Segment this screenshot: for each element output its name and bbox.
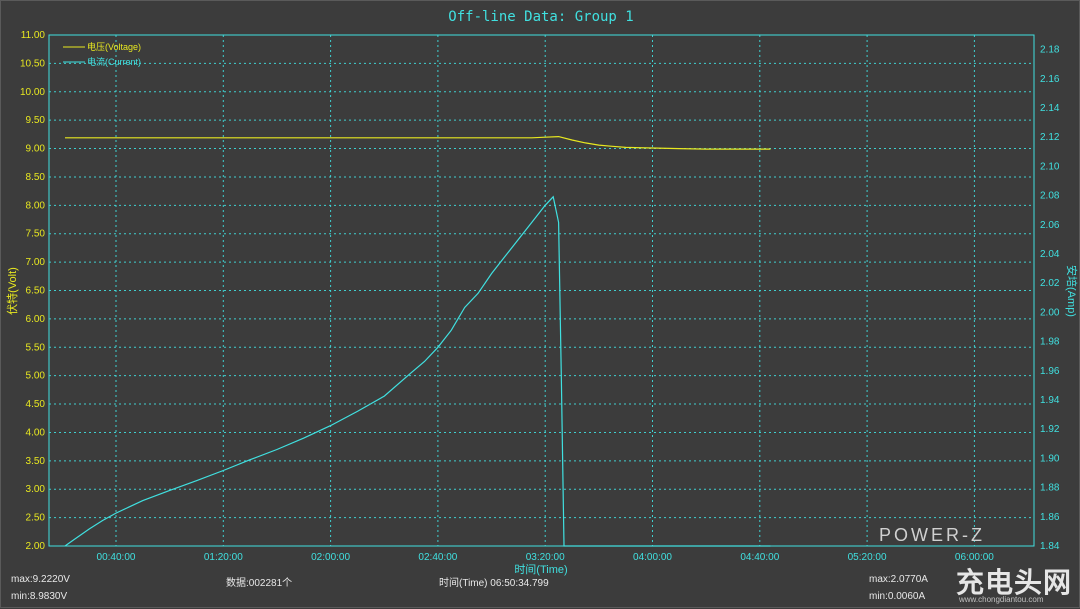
watermark-powerz: POWER-Z [879,525,985,545]
y-tick-label-left: 9.00 [26,144,46,155]
y-tick-label-left: 3.00 [26,484,46,495]
y-tick-label-right: 1.96 [1040,366,1060,377]
x-tick-label: 05:20:00 [848,552,887,563]
y-tick-label-right: 2.04 [1040,249,1060,260]
chart-window: Off-line Data: Group 1 2.00 2.50 3.00 3.50 4… [0,0,1080,608]
y-tick-label-right: 1.88 [1040,483,1060,494]
x-tick-label: 04:00:00 [633,552,672,563]
y-tick-label-left: 5.50 [26,342,46,353]
y-tick-label-left: 6.50 [26,286,46,297]
y-axis-label-right: 安培(Amp) [1065,265,1079,317]
y-tick-label-left: 3.50 [26,456,46,467]
plot-border [48,34,1035,547]
x-tick-label: 01:20:00 [204,552,243,563]
series-voltage-line [65,135,771,150]
y-tick-label-right: 2.14 [1040,103,1060,114]
series-current-line [64,195,771,547]
series-layer [64,135,771,547]
voltage-max: max:9.2220V [11,574,70,585]
y-tick-label-left: 6.00 [26,314,46,325]
y-tick-label-right: 1.86 [1040,512,1060,523]
current-max: max:2.0770A [869,574,928,585]
x-tick-label: 00:40:00 [97,552,136,563]
legend-current-label: 电流(Current) [87,56,141,67]
y-tick-label-left: 10.00 [20,87,45,98]
y-tick-label-left: 9.50 [26,115,46,126]
y-tick-label-right: 1.98 [1040,337,1060,348]
y-tick-label-right: 2.06 [1040,220,1060,231]
y-tick-label-left: 4.50 [26,399,46,410]
y-tick-label-left: 2.50 [26,513,46,524]
data-count: 数据:002281个 [226,578,293,589]
y-tick-label-right: 1.90 [1040,453,1060,464]
y-tick-label-left: 2.00 [26,541,46,552]
y-tick-label-left: 7.50 [26,229,46,240]
x-tick-label: 04:40:00 [740,552,779,563]
y-tick-label-right: 2.10 [1040,161,1060,172]
y-tick-label-right: 2.02 [1040,278,1060,289]
y-tick-label-right: 2.00 [1040,307,1060,318]
y-tick-label-left: 7.00 [26,257,46,268]
y-tick-label-left: 8.50 [26,172,46,183]
y-tick-label-right: 2.12 [1040,132,1060,143]
grid [49,35,1034,546]
x-tick-label: 03:20:00 [526,552,565,563]
y-tick-label-left: 4.00 [26,427,46,438]
y-tick-label-left: 8.00 [26,200,46,211]
chart-svg: Off-line Data: Group 1 2.00 2.50 3.00 3.50 4… [5,9,1079,576]
y-tick-label-left: 5.00 [26,371,46,382]
y-tick-label-right: 1.84 [1040,541,1060,552]
y-tick-label-right: 1.94 [1040,395,1060,406]
legend-voltage-label: 电压(Voltage) [87,41,141,52]
chart-title: Off-line Data: Group 1 [448,9,633,25]
y-tick-label-right: 2.08 [1040,191,1060,202]
x-tick-label: 02:00:00 [311,552,350,563]
y-tick-label-left: 11.00 [21,30,46,41]
y-tick-label-right: 1.92 [1040,424,1060,435]
watermark-url: www.chongdiantou.com [959,595,1044,604]
y-ticks-right: 1.84 1.86 1.88 1.90 1.92 1.94 1.96 1.98 2.00 2.02… [1040,45,1060,552]
x-tick-label: 02:40:00 [418,552,457,563]
y-ticks-left: 2.00 2.50 3.00 3.50 4.00 4.50 5.00 5.50 6.00 6.50… [20,30,45,552]
voltage-min: min:8.9830V [11,591,68,602]
y-tick-label-left: 10.50 [20,58,45,69]
y-tick-label-right: 2.16 [1040,74,1060,85]
elapsed-time: 时间(Time) 06:50:34.799 [439,578,549,589]
x-ticks: 00:40:00 01:20:00 02:00:00 02:40:00 03:20:00… [97,552,995,563]
y-axis-label-left: 伏特(Volt) [5,267,19,315]
y-tick-label-right: 2.18 [1040,45,1060,56]
current-min: min:0.0060A [869,591,926,602]
